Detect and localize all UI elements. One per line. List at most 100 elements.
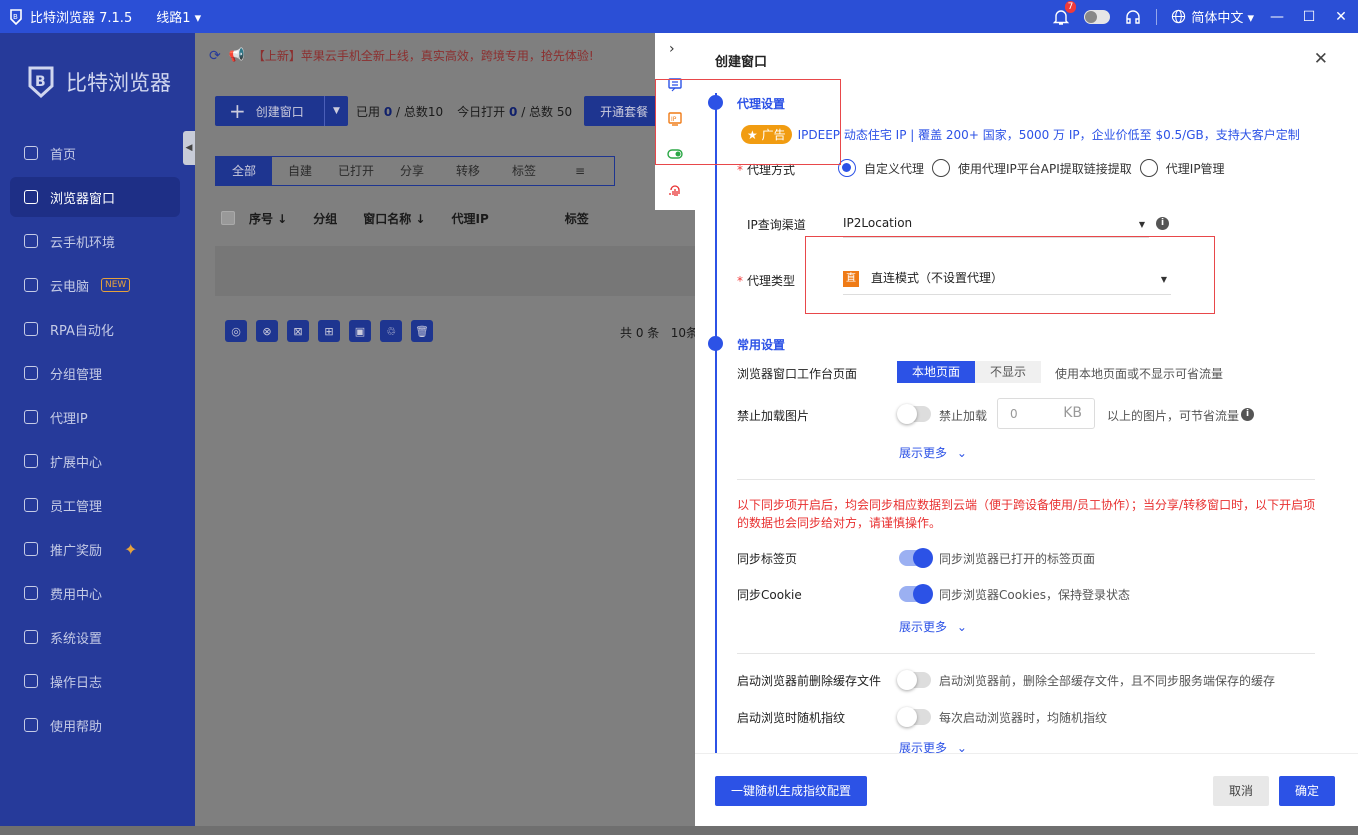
trash-icon[interactable]: 🗑	[411, 320, 433, 342]
close-icon[interactable]: ✕	[1332, 9, 1350, 25]
filter-tab[interactable]: 分享	[384, 157, 440, 185]
sidebar-item[interactable]: RPA自动化	[10, 309, 180, 349]
trash-restore-icon[interactable]: ♲	[380, 320, 402, 342]
close-circle-icon[interactable]: ⊗	[256, 320, 278, 342]
sidebar-item[interactable]: 分组管理	[10, 353, 180, 393]
page-size[interactable]: 10条	[671, 326, 698, 340]
column-header[interactable]: 序号 ↓	[249, 210, 287, 227]
create-window-label: 创建窗口	[255, 104, 304, 119]
brand: B 比特浏览器	[24, 65, 171, 99]
sidebar-item[interactable]: 员工管理	[10, 485, 180, 525]
sidebar-item[interactable]: 首页	[10, 133, 180, 173]
collapse-sidebar-button[interactable]: ◀	[183, 131, 195, 165]
stat-used-label: 已用	[356, 104, 381, 119]
table-empty-row	[215, 246, 695, 296]
theme-toggle[interactable]	[1084, 9, 1111, 24]
column-header[interactable]: 分组	[313, 210, 337, 227]
random-fingerprint-switch[interactable]	[897, 707, 931, 727]
svg-text:B: B	[13, 13, 18, 21]
window-icon[interactable]: ▣	[349, 320, 371, 342]
column-header[interactable]: 代理IP	[451, 210, 488, 227]
filter-tab[interactable]: 已打开	[328, 157, 384, 185]
cancel-button[interactable]: 取消	[1213, 776, 1269, 806]
announcement-text[interactable]: 【上新】苹果云手机全新上线，真实高效，跨境专用，抢先体验!	[253, 47, 594, 64]
workbench-desc: 使用本地页面或不显示可省流量	[1055, 367, 1224, 381]
sidebar-item-label: 使用帮助	[50, 719, 103, 735]
users-icon	[24, 498, 38, 512]
workbench-option[interactable]: 不显示	[975, 361, 1042, 383]
main-content: ⟳ 📢 【上新】苹果云手机全新上线，真实高效，跨境专用，抢先体验! + 创建窗口…	[195, 33, 698, 835]
stat-today: 0	[509, 104, 518, 119]
block-images-switch[interactable]	[897, 404, 931, 424]
info-icon[interactable]: i	[1241, 408, 1254, 421]
image-size-value: 0	[1010, 407, 1018, 421]
image-size-input[interactable]: 0 KB	[997, 398, 1095, 429]
caret-down-icon: ▼	[1138, 220, 1145, 229]
maximize-icon[interactable]: ☐	[1300, 9, 1318, 25]
minimize-icon[interactable]: —	[1268, 9, 1286, 25]
close-box-icon[interactable]: ⊠	[287, 320, 309, 342]
double-chevron-down-icon: ⌄	[956, 620, 967, 634]
chrome-icon[interactable]: ◎	[225, 320, 247, 342]
chevron-right-icon[interactable]: ›	[669, 41, 675, 57]
select-all-checkbox[interactable]	[221, 211, 235, 225]
sidebar-item[interactable]: 扩展中心	[10, 441, 180, 481]
workbench-option[interactable]: 本地页面	[897, 361, 976, 383]
chevron-down-icon[interactable]: ▼	[324, 96, 348, 126]
filter-tab[interactable]: 自建	[272, 157, 328, 185]
column-header[interactable]: 标签	[565, 210, 589, 227]
gear-icon	[24, 630, 38, 644]
ip-channel-select[interactable]: IP2Location ▼	[843, 206, 1149, 238]
proxy-method-option[interactable]: 代理IP管理	[1166, 160, 1225, 177]
headset-icon[interactable]	[1124, 8, 1142, 26]
sidebar-item[interactable]: 推广奖励 ✦	[10, 529, 180, 569]
ad-text[interactable]: IPDEEP 动态住宅 IP | 覆盖 200+ 国家，5000 万 IP，企业…	[798, 126, 1300, 143]
filter-tab[interactable]: 标签	[496, 157, 552, 185]
sync-cookie-switch[interactable]	[899, 584, 933, 604]
filter-tab[interactable]: 全部	[216, 157, 272, 185]
bell-icon[interactable]: 7	[1052, 0, 1077, 26]
stat-today-total-label: / 总数	[521, 104, 554, 119]
sidebar-item[interactable]: 费用中心	[10, 573, 180, 613]
usage-stat: 已用 0 / 总数10	[356, 103, 443, 120]
proxy-type-label: * 代理类型	[737, 272, 795, 289]
create-window-button[interactable]: + 创建窗口 ▼	[215, 96, 348, 126]
megaphone-icon: 📢	[228, 48, 245, 63]
proxy-method-option[interactable]: 使用代理IP平台API提取链接提取	[958, 160, 1132, 177]
divider	[737, 653, 1315, 654]
proxy-method-radio[interactable]	[1139, 159, 1158, 177]
refresh-icon[interactable]: ⟳	[209, 48, 221, 64]
clear-cache-switch[interactable]	[897, 670, 931, 690]
proxy-method-option[interactable]: 自定义代理	[864, 160, 924, 177]
generate-fingerprint-button[interactable]: 一键随机生成指纹配置	[715, 776, 867, 806]
language-selector[interactable]: 简体中文 ▾	[1171, 7, 1254, 26]
sidebar-item[interactable]: 云手机环境	[10, 221, 180, 261]
sidebar-item[interactable]: 使用帮助	[10, 705, 180, 745]
sidebar-item[interactable]: 系统设置	[10, 617, 180, 657]
sidebar-item[interactable]: 代理IP	[10, 397, 180, 437]
route-selector[interactable]: 线路1 ▾	[156, 7, 201, 26]
brand-logo-icon: B	[28, 66, 54, 99]
fingerprint-icon[interactable]	[666, 183, 684, 201]
proxy-method-radio[interactable]	[932, 159, 951, 177]
annotation-box	[655, 79, 841, 165]
sidebar-item-label: 费用中心	[50, 587, 103, 603]
robot-icon[interactable]: ⊞	[318, 320, 340, 342]
column-header[interactable]: 窗口名称 ↓	[363, 210, 425, 227]
sidebar-item[interactable]: 浏览器窗口	[10, 177, 180, 217]
open-plan-button[interactable]: 开通套餐	[584, 96, 665, 126]
clear-cache-label: 启动浏览器前删除缓存文件	[737, 674, 882, 688]
filter-tab[interactable]: 转移	[440, 157, 496, 185]
confirm-button[interactable]: 确定	[1279, 776, 1335, 806]
dialog-close-icon[interactable]: ✕	[1314, 49, 1328, 69]
app-title: 比特浏览器 7.1.5	[30, 11, 133, 26]
show-more-link[interactable]: 展示更多 ⌄	[899, 444, 967, 461]
sidebar-item[interactable]: 操作日志	[10, 661, 180, 701]
sync-tabs-label: 同步标签页	[737, 552, 798, 566]
sort-icon[interactable]: ≡	[552, 157, 608, 185]
info-icon[interactable]: i	[1156, 217, 1169, 230]
sync-tabs-switch[interactable]	[899, 548, 933, 568]
annotation-box	[805, 236, 1215, 314]
show-more-link[interactable]: 展示更多 ⌄	[899, 618, 967, 635]
sidebar-item[interactable]: 云电脑 NEW	[10, 265, 180, 305]
